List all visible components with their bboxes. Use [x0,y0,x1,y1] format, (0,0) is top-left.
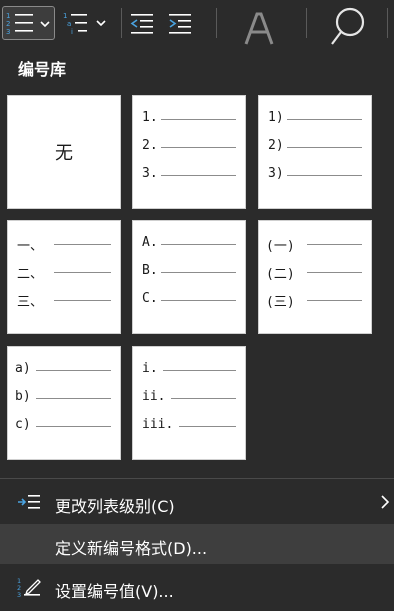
list-marker: C. [142,291,158,306]
menu-divider [0,478,394,479]
toolbar-divider [121,8,122,38]
list-line [161,175,236,176]
list-marker: i. [142,361,158,376]
list-line [36,426,111,427]
list-line [54,272,111,273]
numbered-list-icon: 1 2 3 [6,12,33,36]
toolbar-divider [306,8,307,38]
list-marker: 二、 [17,267,44,282]
numbering-option-lower-roman[interactable]: i. ii. iii. [132,346,246,460]
set-numbering-value-item[interactable]: 1 2 3 设置编号值(V)... [0,567,394,607]
list-line [287,119,362,120]
toolbar-divider [216,8,217,38]
list-line [36,398,111,399]
multilevel-list-button[interactable]: 1 a i [62,6,110,40]
numbering-option-none[interactable]: 无 [7,95,121,209]
decrease-indent-icon [130,14,153,34]
multilevel-list-icon: 1 a i [63,12,87,36]
list-marker: 一、 [17,239,44,254]
list-line [161,147,236,148]
svg-text:2: 2 [6,20,10,28]
list-marker: iii. [142,417,174,432]
svg-text:i: i [71,28,73,36]
numbering-option-arabic-dot[interactable]: 1. 2. 3. [132,95,246,209]
list-marker: A. [142,235,158,250]
list-marker: 1) [268,110,284,125]
menu-label: 定义新编号格式(D)... [55,539,208,558]
list-marker: (一) [266,239,295,254]
option-label: 无 [55,143,73,164]
list-line [54,244,111,245]
list-marker: a) [15,361,31,376]
list-line [287,147,362,148]
list-marker: 1. [142,110,158,125]
list-line [179,426,236,427]
numbering-option-chinese-comma[interactable]: 一、 二、 三、 [7,220,121,334]
list-marker: 3) [268,166,284,181]
list-marker: 3. [142,166,158,181]
chevron-down-icon[interactable] [40,20,50,28]
change-list-level-item[interactable]: 更改列表级别(C) [0,482,394,522]
numbering-option-arabic-paren[interactable]: 1) 2) 3) [258,95,372,209]
panel-title: 编号库 [18,60,67,79]
list-marker: B. [142,263,158,278]
list-marker: b) [15,389,31,404]
list-line [171,398,236,399]
define-new-format-item[interactable]: 定义新编号格式(D)... [0,524,394,564]
change-level-icon [18,495,40,509]
toolbar-divider [387,8,388,38]
set-value-icon: 1 2 3 [17,577,41,598]
chevron-right-icon [381,495,390,509]
list-marker: 三、 [17,295,44,310]
list-line [307,300,362,301]
list-line [36,370,111,371]
list-marker: c) [15,417,31,432]
increase-indent-button[interactable] [166,6,198,40]
increase-indent-icon [169,14,191,34]
numbering-option-upper-alpha[interactable]: A. B. C. [132,220,246,334]
search-icon [331,7,365,45]
numbering-option-chinese-paren[interactable]: (一) (二) (三) [258,220,372,334]
list-marker: 2) [268,138,284,153]
chevron-down-icon[interactable] [96,19,106,27]
numbering-dropdown: 编号库 无 1. 2. 3. 1) 2) 3) 一、 二、 三、 A. B. C… [0,46,394,611]
menu-label: 更改列表级别(C) [55,497,175,516]
svg-text:3: 3 [17,591,21,598]
list-line [161,272,236,273]
list-line [161,244,236,245]
font-style-button[interactable] [240,6,280,45]
list-marker: (二) [266,267,295,282]
list-line [161,300,236,301]
numbering-button[interactable]: 1 2 3 [2,6,55,40]
svg-text:1: 1 [6,12,10,20]
list-line [54,300,111,301]
numbering-option-lower-alpha[interactable]: a) b) c) [7,346,121,460]
list-marker: 2. [142,138,158,153]
list-marker: (三) [266,295,295,310]
search-button[interactable] [328,6,374,45]
list-line [163,370,236,371]
decrease-indent-button[interactable] [128,6,160,40]
ribbon-toolbar: 1 2 3 1 a i [0,0,394,46]
list-line [287,175,362,176]
svg-text:1: 1 [63,12,67,20]
list-line [161,119,236,120]
list-line [307,272,362,273]
font-style-icon [244,12,274,45]
menu-label: 设置编号值(V)... [55,582,174,601]
svg-text:a: a [67,20,71,28]
svg-text:3: 3 [6,28,10,36]
list-marker: ii. [142,389,166,404]
list-line [307,244,362,245]
